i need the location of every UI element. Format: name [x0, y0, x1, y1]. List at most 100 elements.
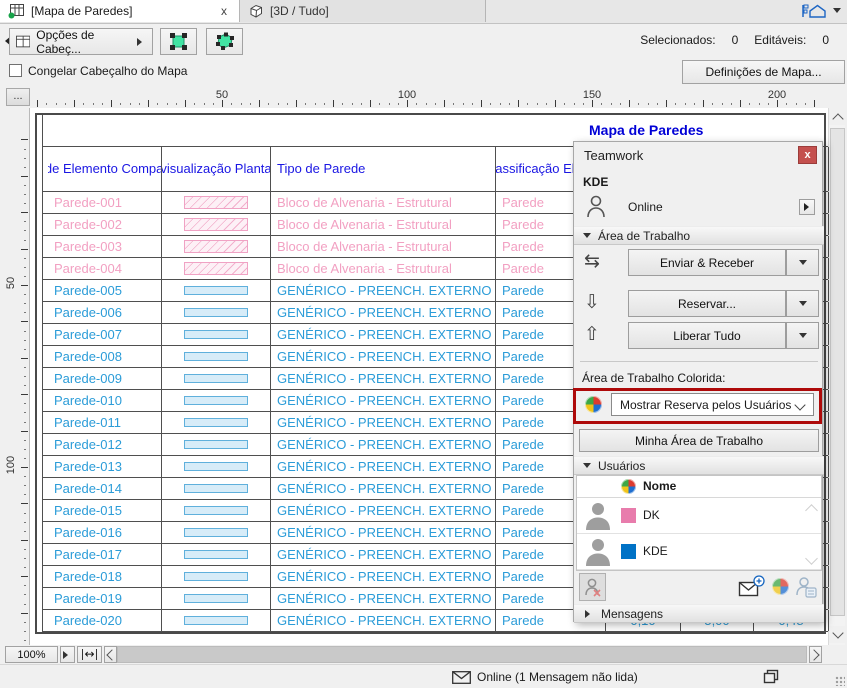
user-avatar-icon: [585, 501, 611, 530]
collapse-triangle-icon: [583, 233, 591, 242]
freeze-header-label: Congelar Cabeçalho do Mapa: [28, 64, 187, 78]
wall-type-cell: GENÉRICO - PREENCH. EXTERNO: [271, 434, 496, 455]
wall-id-cell: Parede-011: [48, 412, 162, 433]
tab-3d-tudo[interactable]: [3D / Tudo]: [240, 0, 486, 22]
wall-preview-bar: [184, 506, 248, 515]
wall-type-cell: Bloco de Alvenaria - Estrutural: [271, 214, 496, 235]
schedule-cell: [162, 412, 271, 433]
chevron-left-icon: [106, 649, 117, 660]
current-user-name: KDE: [583, 175, 608, 189]
ruler-tick: [21, 212, 28, 213]
column-header-label: Tipo de Parede: [277, 162, 365, 177]
chevron-down-icon: [794, 399, 805, 410]
wall-id-cell: Parede-003: [48, 236, 162, 257]
arrow-right-icon: [63, 651, 72, 659]
ruler-tick: [731, 103, 732, 105]
schedule-cell: [162, 236, 271, 257]
palette-close-button[interactable]: x: [798, 146, 817, 164]
tab-close-icon[interactable]: x: [217, 4, 231, 18]
header-options-button[interactable]: Opções de Cabeç...: [9, 28, 153, 55]
palette-titlebar[interactable]: Teamwork x: [574, 142, 822, 168]
wall-id-cell: Parede-018: [48, 566, 162, 587]
remove-user-button[interactable]: [579, 573, 606, 601]
user-outline-icon: [586, 195, 606, 219]
ruler-tick: [24, 185, 26, 186]
vertical-scroll-thumb[interactable]: [830, 128, 845, 616]
schedule-cell: [162, 610, 271, 631]
ruler-tick: [629, 100, 630, 107]
ruler-tick: [333, 100, 334, 107]
zoom-menu-button[interactable]: [60, 646, 75, 663]
vertical-scrollbar[interactable]: [828, 108, 845, 645]
ruler-tick: [24, 158, 26, 159]
divider: [580, 361, 818, 362]
scroll-down-button[interactable]: [829, 626, 846, 643]
tab-mapa-de-paredes[interactable]: [Mapa de Paredes] x: [0, 0, 240, 22]
status-expand-button[interactable]: [799, 199, 815, 215]
ruler-tick: [416, 103, 417, 105]
ruler-tick: [24, 385, 26, 386]
ruler-tick: [518, 100, 519, 107]
ruler-tick: [611, 103, 612, 105]
ruler-tick: [21, 321, 28, 322]
release-all-dropdown[interactable]: [786, 322, 819, 349]
map-settings-button[interactable]: Definições de Mapa...: [682, 60, 845, 84]
schedule-header-cell: ID de Elemento Compacto: [48, 147, 162, 191]
zoom-level-button[interactable]: 100%: [5, 646, 58, 663]
ruler-tick: [37, 100, 38, 107]
schedule-cell: [162, 214, 271, 235]
ruler-tick: [694, 103, 695, 105]
user-row[interactable]: DK: [577, 498, 821, 534]
ruler-tick: [21, 249, 28, 250]
select-2d-button[interactable]: [160, 28, 197, 55]
scroll-left-button[interactable]: [104, 646, 117, 663]
colorwheel-icon[interactable]: [772, 578, 789, 595]
user-remove-icon: [584, 577, 602, 597]
ruler-tick: [24, 367, 26, 368]
reserve-button[interactable]: Reservar...: [628, 290, 786, 317]
ruler-tick: [24, 240, 26, 241]
header-options-label: Opções de Cabeç...: [36, 28, 131, 56]
ruler-tick: [509, 103, 510, 105]
palette-toolbar: [574, 571, 824, 604]
scroll-right-button[interactable]: [809, 646, 822, 663]
tab-label: [Mapa de Paredes]: [31, 4, 132, 18]
section-mensagens[interactable]: Mensagens: [574, 604, 824, 623]
ruler-options-button[interactable]: ...: [6, 88, 30, 106]
user-info-icon[interactable]: [795, 575, 817, 599]
wall-preview-bar: [184, 462, 248, 471]
send-receive-dropdown[interactable]: [786, 249, 819, 276]
ruler-tick: [648, 103, 649, 105]
colored-workspace-select[interactable]: Mostrar Reserva pelos Usuários: [611, 393, 814, 416]
fit-width-icon: ↔: [82, 649, 96, 660]
ruler-tick: [24, 549, 26, 550]
resize-grip[interactable]: [835, 676, 845, 686]
section-area-de-trabalho[interactable]: Área de Trabalho: [574, 226, 824, 245]
user-row[interactable]: KDE: [577, 534, 821, 570]
freeze-header-checkbox[interactable]: [9, 64, 22, 77]
ruler-tick: [24, 440, 26, 441]
release-all-button[interactable]: Liberar Tudo: [628, 322, 786, 349]
wall-id-cell: Parede-012: [48, 434, 162, 455]
ruler-tick: [24, 604, 26, 605]
fit-width-button[interactable]: ↔: [77, 646, 102, 663]
reserve-dropdown[interactable]: [786, 290, 819, 317]
ruler-tick: [24, 258, 26, 259]
schedule-cell: [162, 324, 271, 345]
window-restore-icon[interactable]: [763, 669, 779, 684]
select-3d-button[interactable]: [206, 28, 243, 55]
teamwork-menu-button[interactable]: [800, 2, 841, 19]
horizontal-scroll-track[interactable]: [117, 646, 807, 663]
send-receive-button[interactable]: Enviar & Receber: [628, 249, 786, 276]
ruler-tick: [620, 103, 621, 105]
ruler-tick: [21, 467, 28, 468]
ruler-label: 50: [5, 271, 17, 295]
my-workspace-button[interactable]: Minha Área de Trabalho: [579, 429, 819, 452]
ruler-tick: [574, 103, 575, 105]
ruler-tick: [24, 622, 26, 623]
section-usuarios[interactable]: Usuários: [574, 456, 824, 475]
users-list-header: Nome: [577, 476, 821, 498]
new-message-icon[interactable]: [738, 575, 766, 600]
schedule-cell: [162, 456, 271, 477]
scroll-up-button[interactable]: [829, 108, 846, 125]
